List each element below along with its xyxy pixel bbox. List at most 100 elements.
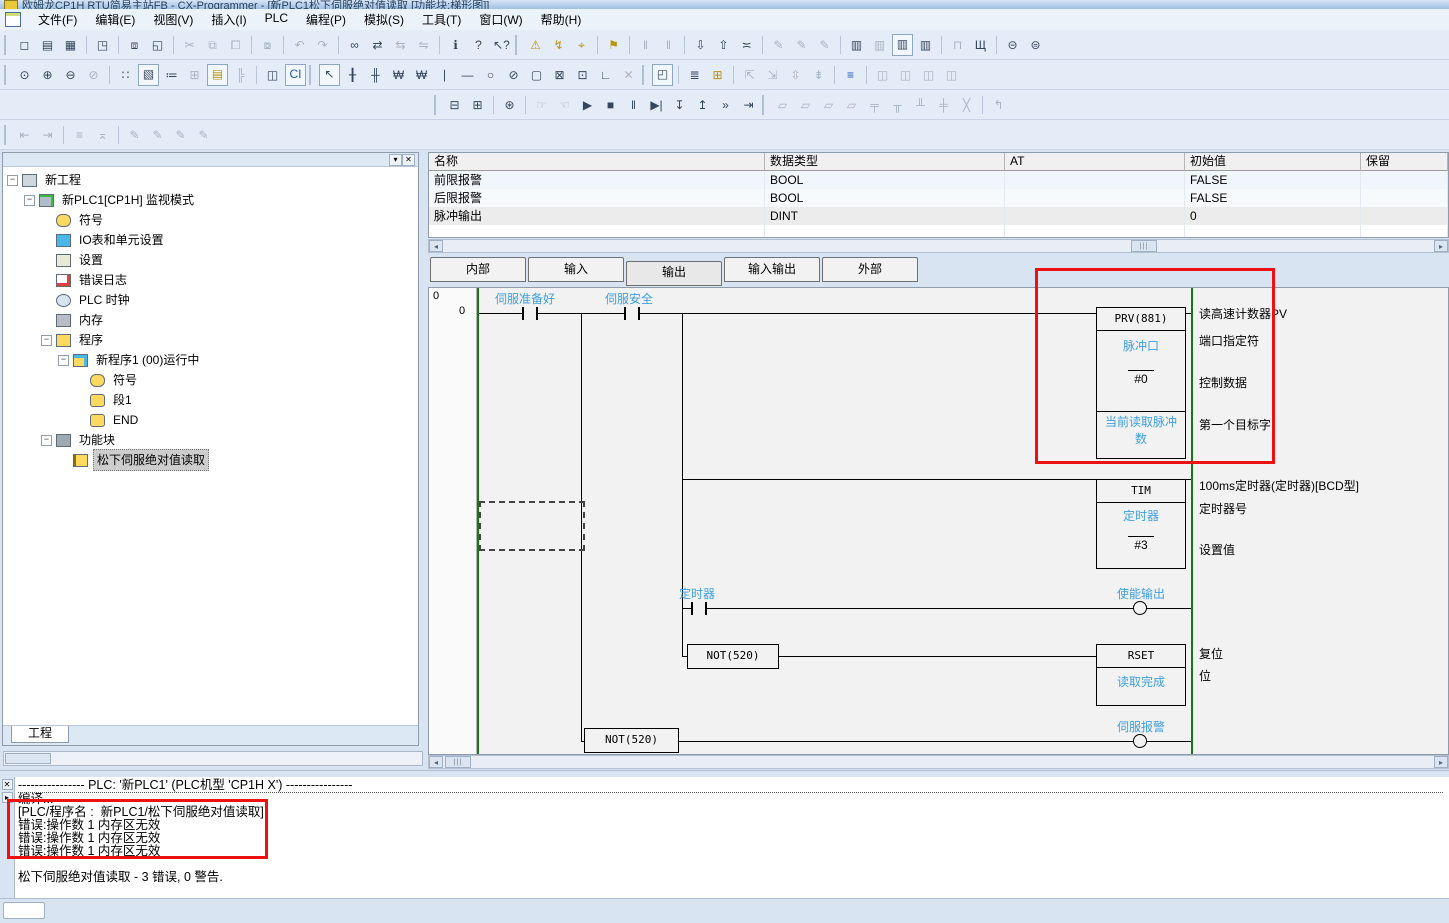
tree-item-program[interactable]: −程序 [3, 330, 418, 350]
edit-cursor-selection[interactable] [479, 501, 585, 551]
tree-item-fb-servo[interactable]: 松下伺服绝对值读取 [3, 450, 418, 470]
context-help-icon[interactable]: ↖? [491, 35, 512, 55]
new-or-contact-icon[interactable]: ₩ [388, 65, 409, 85]
variable-row[interactable] [429, 225, 1448, 238]
rset-instruction-block[interactable]: RSET 读取完成 [1096, 644, 1186, 706]
new-closed-contact-icon[interactable]: ╫ [365, 65, 386, 85]
tree-item-error-log[interactable]: 错误日志 [3, 270, 418, 290]
select-tool-icon[interactable]: ↖ [319, 64, 340, 86]
contact-timer[interactable] [705, 602, 707, 615]
tree-item-end[interactable]: END [3, 410, 418, 430]
operand[interactable]: 读取完成 [1097, 673, 1185, 690]
scroll-thumb[interactable]: ||| [1131, 240, 1157, 252]
menu-item[interactable]: 帮助(H) [532, 9, 591, 30]
tree-item-settings[interactable]: 设置 [3, 250, 418, 270]
menu-item[interactable]: 窗口(W) [470, 9, 531, 30]
tree-item-new-program1[interactable]: −新程序1 (00)运行中 [3, 350, 418, 370]
program-mode-icon[interactable]: ▥ [846, 35, 867, 55]
simulation-stop-icon[interactable]: ■ [600, 95, 621, 115]
step-out-icon[interactable]: ↥ [692, 95, 713, 115]
contact-servo-safe[interactable] [624, 307, 626, 320]
menu-item[interactable]: 插入(I) [202, 9, 255, 30]
zoom-tool-icon[interactable]: ⊙ [14, 65, 35, 85]
menu-item[interactable]: 工具(T) [413, 9, 470, 30]
set-password-icon[interactable]: ⊝ [1002, 35, 1023, 55]
monitor-mode-icon[interactable]: ▥ [892, 34, 913, 56]
step-in-icon[interactable]: ↧ [669, 95, 690, 115]
ladder-hscrollbar[interactable]: ◂ ||| ▸ [428, 755, 1449, 769]
pin-icon[interactable]: ▾ [389, 154, 402, 166]
column-header[interactable]: 初始值 [1185, 153, 1361, 171]
window-overview-icon[interactable]: ◰ [652, 64, 673, 86]
scroll-thumb[interactable] [5, 753, 51, 764]
toolbar-grip[interactable] [642, 65, 647, 85]
new-inverted-instruction-icon[interactable]: ⊠ [549, 65, 570, 85]
coil-enable-output[interactable] [1133, 601, 1147, 615]
tree-item-project[interactable]: −新工程 [3, 170, 418, 190]
step-run-icon[interactable]: ▶| [646, 95, 667, 115]
plc-error-alarm-icon[interactable]: ⚠ [525, 35, 546, 55]
new-closed-coil-icon[interactable]: ⊘ [503, 65, 524, 85]
menu-item[interactable]: 文件(F) [29, 9, 86, 30]
expander-icon[interactable]: − [41, 335, 52, 346]
column-header[interactable]: AT [1005, 153, 1185, 171]
column-header[interactable]: 名称 [429, 153, 765, 171]
var-scope-tab-4[interactable]: 输入输出 [724, 257, 820, 282]
tree-item-symbols2[interactable]: 符号 [3, 370, 418, 390]
close-icon[interactable]: ✕ [2, 779, 13, 790]
upload-from-plc-icon[interactable]: ⇧ [713, 35, 734, 55]
expander-icon[interactable]: − [24, 195, 35, 206]
tim-instruction-block[interactable]: TIM 定时器 #3 [1096, 479, 1186, 569]
tree-item-plc-clock[interactable]: PLC 时钟 [3, 290, 418, 310]
compile-program-icon[interactable]: ◳ [92, 35, 113, 55]
var-scope-tab-2[interactable]: 输入 [528, 257, 624, 282]
browse-layers-icon[interactable]: ≣ [684, 65, 705, 85]
toolbar-grip[interactable] [4, 65, 9, 85]
scroll-thumb[interactable]: ||| [445, 756, 471, 768]
zoom-in-icon[interactable]: ⊕ [37, 65, 58, 85]
symbol-bar-icon[interactable]: ▤ [207, 64, 228, 86]
new-coil-icon[interactable]: ○ [480, 65, 501, 85]
menu-item[interactable]: 编辑(E) [86, 9, 144, 30]
open-project-icon[interactable]: ▤ [37, 35, 58, 55]
tree-item-plc[interactable]: −新PLC1[CP1H] 监视模式 [3, 190, 418, 210]
expander-icon[interactable]: − [58, 355, 69, 366]
new-horizontal-icon[interactable]: — [457, 65, 478, 85]
overview-icon[interactable]: ▧ [138, 64, 159, 86]
scan-run-icon[interactable]: ⇥ [738, 95, 759, 115]
tree-item-io-table[interactable]: IO表和单元设置 [3, 230, 418, 250]
toolbar-grip[interactable] [309, 65, 314, 85]
tree-item-memory[interactable]: 内存 [3, 310, 418, 330]
contact-servo-ready[interactable] [536, 307, 538, 320]
new-instruction-icon[interactable]: ▢ [526, 65, 547, 85]
continuous-step-icon[interactable]: » [715, 95, 736, 115]
column-header[interactable]: 数据类型 [765, 153, 1005, 171]
zoom-out-icon[interactable]: ⊖ [60, 65, 81, 85]
grid-icon[interactable]: ∷ [115, 65, 136, 85]
download-to-plc-icon[interactable]: ⇩ [690, 35, 711, 55]
scroll-right-icon[interactable]: ▸ [1434, 756, 1448, 768]
rung-annotation-icon[interactable]: ≔ [161, 65, 182, 85]
new-vertical-icon[interactable]: ∣ [434, 65, 455, 85]
release-password-icon[interactable]: ⊜ [1025, 35, 1046, 55]
expander-icon[interactable]: − [7, 175, 18, 186]
properties-icon[interactable]: ℹ [445, 35, 466, 55]
operand[interactable]: 定时器 [1097, 507, 1185, 524]
menu-item[interactable]: PLC [256, 9, 297, 30]
variable-row[interactable]: 后限报警BOOLFALSE [429, 189, 1448, 207]
help-icon[interactable]: ? [468, 35, 489, 55]
tree-item-function-blocks[interactable]: −功能块 [3, 430, 418, 450]
operand[interactable]: #3 [1097, 536, 1185, 552]
mnemonic-view-icon[interactable]: ◫ [262, 65, 283, 85]
toolbar-grip[interactable] [4, 125, 9, 145]
function-block-invocation-icon[interactable]: ⊡ [572, 65, 593, 85]
var-scope-tab-3[interactable]: 输出 [626, 261, 722, 286]
scroll-left-icon[interactable]: ◂ [429, 756, 443, 768]
view-properties-icon[interactable]: ⊛ [499, 95, 520, 115]
coil-servo-alarm[interactable] [1133, 734, 1147, 748]
toolbar-grip[interactable] [762, 95, 767, 115]
diagram-window-icon[interactable]: ⊞ [467, 95, 488, 115]
contact-timer[interactable] [691, 602, 693, 615]
monitor-alarm-icon[interactable]: ↯ [548, 35, 569, 55]
variable-row[interactable]: 前限报警BOOLFALSE [429, 171, 1448, 189]
